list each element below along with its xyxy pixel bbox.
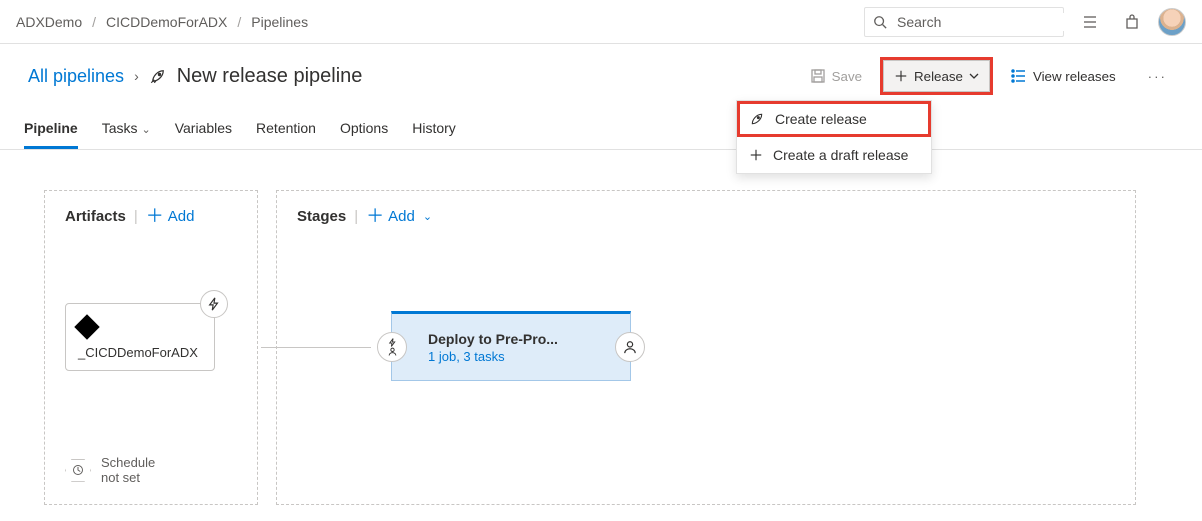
add-label: Add: [388, 208, 415, 225]
list-check-icon: [1011, 68, 1027, 84]
more-button[interactable]: ···: [1137, 60, 1178, 92]
breadcrumb-item-repo[interactable]: CICDDemoForADX: [106, 14, 227, 30]
tab-pipeline[interactable]: Pipeline: [24, 110, 78, 149]
avatar[interactable]: [1158, 8, 1186, 36]
all-pipelines-link[interactable]: All pipelines: [28, 66, 124, 87]
editor-canvas: Artifacts | ＋ Add _CICDDemoForADX Schedu…: [0, 150, 1202, 521]
stages-title: Stages: [297, 208, 346, 225]
breadcrumb-item-project[interactable]: ADXDemo: [16, 14, 82, 30]
ellipsis-icon: ···: [1148, 69, 1167, 84]
tabs: Pipeline Tasks⌄ Variables Retention Opti…: [0, 110, 1202, 150]
add-artifact-button[interactable]: ＋ Add: [146, 207, 195, 225]
search-icon: [873, 15, 887, 29]
person-icon: [387, 347, 398, 356]
shopping-bag-icon[interactable]: [1116, 6, 1148, 38]
stage-card[interactable]: Deploy to Pre-Pro... 1 job, 3 tasks: [391, 311, 631, 381]
release-dropdown: Create release Create a draft release: [736, 100, 932, 174]
clock-icon: [72, 464, 84, 476]
artifacts-header: Artifacts | ＋ Add: [65, 207, 237, 225]
artifacts-title: Artifacts: [65, 208, 126, 225]
create-release-item[interactable]: Create release: [737, 101, 931, 137]
tab-tasks[interactable]: Tasks⌄: [102, 110, 151, 149]
page-header: All pipelines › New release pipeline Sav…: [0, 44, 1202, 92]
schedule-text: Schedule not set: [101, 455, 171, 486]
schedule-row[interactable]: Schedule not set: [65, 455, 171, 486]
artifact-name: _CICDDemoForADX: [78, 345, 202, 360]
plus-icon: ＋: [146, 207, 164, 225]
lightning-icon: [207, 297, 221, 311]
rocket-icon: [749, 111, 765, 127]
search-input[interactable]: [895, 13, 1080, 31]
chevron-right-icon: ›: [134, 68, 139, 84]
chevron-down-icon: [969, 71, 979, 81]
plus-icon: [894, 69, 908, 83]
page-title: New release pipeline: [177, 65, 363, 88]
lightning-icon: [387, 338, 398, 347]
stages-panel: Stages | ＋ Add ⌄ Deploy to Pre-Pro... 1 …: [276, 190, 1136, 505]
add-stage-button[interactable]: ＋ Add ⌄: [366, 207, 432, 225]
save-icon: [810, 68, 826, 84]
breadcrumb-sep: /: [237, 14, 241, 30]
git-icon: [74, 314, 99, 339]
stage-title: Deploy to Pre-Pro...: [428, 331, 558, 347]
stages-header: Stages | ＋ Add ⌄: [297, 207, 1115, 225]
tab-tasks-label: Tasks: [102, 120, 138, 136]
chevron-down-icon: ⌄: [423, 210, 432, 223]
save-button: Save: [799, 60, 873, 92]
chevron-down-icon: ⌄: [141, 124, 150, 136]
artifacts-panel: Artifacts | ＋ Add _CICDDemoForADX Schedu…: [44, 190, 258, 505]
search-box[interactable]: [864, 7, 1064, 37]
divider: |: [134, 208, 138, 225]
create-draft-label: Create a draft release: [773, 147, 908, 163]
person-icon: [623, 340, 637, 354]
clock-hex-icon: [65, 459, 91, 482]
trigger-badge[interactable]: [200, 290, 228, 318]
rocket-icon: [149, 67, 167, 85]
tab-retention[interactable]: Retention: [256, 110, 316, 149]
post-deploy-conditions-badge[interactable]: [615, 332, 645, 362]
tab-history[interactable]: History: [412, 110, 456, 149]
save-label: Save: [832, 69, 862, 84]
release-button[interactable]: Release: [883, 60, 990, 92]
breadcrumb: ADXDemo / CICDDemoForADX / Pipelines: [16, 14, 308, 30]
plus-icon: [749, 148, 763, 162]
release-label: Release: [914, 69, 963, 84]
artifact-card[interactable]: _CICDDemoForADX: [65, 303, 215, 371]
stage-jobs-link[interactable]: 1 job, 3 tasks: [428, 349, 558, 364]
tab-variables[interactable]: Variables: [175, 110, 232, 149]
top-bar: ADXDemo / CICDDemoForADX / Pipelines: [0, 0, 1202, 44]
tab-options[interactable]: Options: [340, 110, 388, 149]
view-releases-label: View releases: [1033, 69, 1116, 84]
view-releases-button[interactable]: View releases: [1000, 60, 1127, 92]
breadcrumb-sep: /: [92, 14, 96, 30]
divider: |: [354, 208, 358, 225]
create-release-label: Create release: [775, 111, 867, 127]
add-label: Add: [168, 208, 195, 225]
connector-line: [261, 347, 371, 348]
plus-icon: ＋: [366, 207, 384, 225]
breadcrumb-item-section[interactable]: Pipelines: [251, 14, 308, 30]
stage-body: Deploy to Pre-Pro... 1 job, 3 tasks: [428, 331, 558, 364]
create-draft-item[interactable]: Create a draft release: [737, 137, 931, 173]
pre-deploy-conditions-badge[interactable]: [377, 332, 407, 362]
list-icon[interactable]: [1074, 6, 1106, 38]
